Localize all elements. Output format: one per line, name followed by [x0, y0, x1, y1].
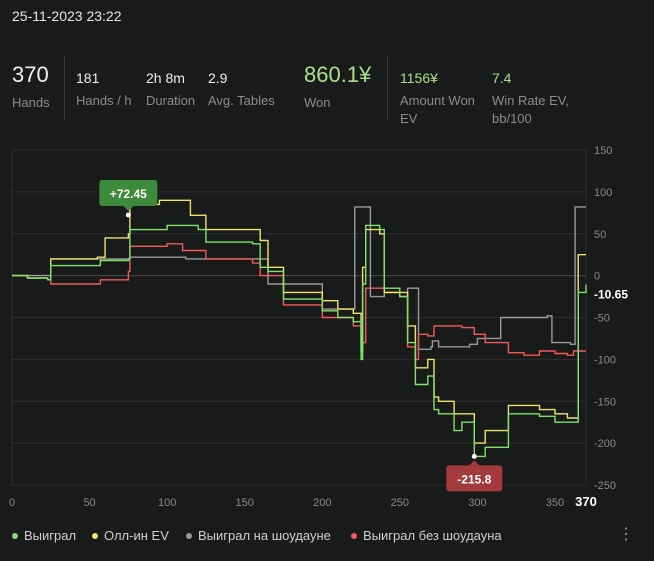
x-tick-label: 200: [313, 497, 331, 509]
x-tick-label: 100: [158, 497, 176, 509]
stat-hands-value: 370: [12, 62, 49, 87]
x-tick-label: 150: [236, 497, 254, 509]
min-point-marker: [471, 453, 477, 459]
stat-amount-won-ev: 1156¥ Amount Won EV: [400, 70, 475, 128]
y-tick-label: 0: [594, 271, 600, 283]
max-point-marker: [125, 212, 131, 218]
session-datetime: 25-11-2023 23:22: [12, 8, 122, 24]
stat-hands-per-hour-label: Hands / h: [76, 93, 132, 108]
stat-duration: 2h 8m Duration: [146, 70, 195, 110]
max-callout-pointer: [123, 205, 134, 211]
legend-item-allin-ev[interactable]: Олл-ин EV: [92, 528, 169, 543]
x-tick-label: 0: [9, 497, 15, 509]
min-callout-pointer: [469, 460, 480, 466]
stat-hands-per-hour: 181 Hands / h: [76, 70, 132, 110]
series-line-allin-ev: [12, 199, 586, 444]
stat-avg-tables-label: Avg. Tables: [208, 93, 275, 108]
min-callout-label: -215.8: [457, 472, 491, 486]
x-tick-label: 50: [83, 497, 95, 509]
stat-amount-won-ev-value: 1156¥: [400, 70, 438, 86]
stat-win-rate-ev: 7.4 Win Rate EV, bb/100: [492, 70, 569, 128]
y-tick-label: -150: [594, 396, 616, 408]
legend-dot-icon: [92, 532, 98, 539]
stat-hands-label: Hands: [12, 95, 50, 110]
legend-dot-icon: [351, 532, 357, 539]
series-line-non-showdown: [12, 243, 586, 361]
y-tick-label: -250: [594, 480, 616, 492]
legend-item-won[interactable]: Выиграл: [12, 528, 76, 543]
stat-avg-tables-value: 2.9: [208, 70, 228, 86]
legend-dot-icon: [186, 532, 192, 539]
series-line-won: [12, 224, 587, 458]
x-tick-label: 250: [391, 497, 409, 509]
y-tick-label: -50: [594, 313, 610, 325]
legend-item-showdown[interactable]: Выиграл на шоудауне: [186, 528, 331, 543]
stat-hands: 370 Hands: [12, 62, 50, 112]
y-tick-label: 100: [594, 187, 612, 199]
more-options-icon[interactable]: ⋮: [618, 524, 634, 544]
stat-amount-won-ev-label: Amount Won EV: [400, 93, 475, 126]
stat-avg-tables: 2.9 Avg. Tables: [208, 70, 275, 110]
stat-win-rate-ev-label: Win Rate EV, bb/100: [492, 93, 569, 126]
profit-chart: 150 100 50 0 -50 -100 -150 -200 -250 0 50 100 150 200…: [9, 145, 628, 509]
stats-divider: [387, 56, 388, 120]
x-tick-label: 300: [468, 497, 486, 509]
current-value-label: -10.65: [594, 288, 628, 302]
stat-won-value: 860.1¥: [304, 62, 372, 87]
stat-hands-per-hour-value: 181: [76, 70, 100, 86]
stat-won-label: Won: [304, 95, 331, 110]
y-tick-label: 50: [594, 229, 606, 241]
y-tick-label: -100: [594, 354, 616, 366]
stat-duration-label: Duration: [146, 93, 196, 108]
legend-item-non-showdown[interactable]: Выиграл без шоудауна: [351, 528, 502, 543]
stats-divider: [64, 56, 65, 120]
stat-win-rate-ev-value: 7.4: [492, 70, 512, 86]
stat-duration-value: 2h 8m: [146, 70, 185, 86]
x-last-tick-label: 370: [575, 494, 597, 509]
series-line-showdown: [12, 206, 586, 350]
max-callout-label: +72.45: [110, 187, 147, 201]
y-tick-label: 150: [594, 145, 612, 157]
y-tick-label: -200: [594, 438, 616, 450]
x-tick-label: 350: [546, 497, 564, 509]
stat-won: 860.1¥ Won: [304, 62, 371, 112]
legend-dot-icon: [12, 532, 18, 539]
